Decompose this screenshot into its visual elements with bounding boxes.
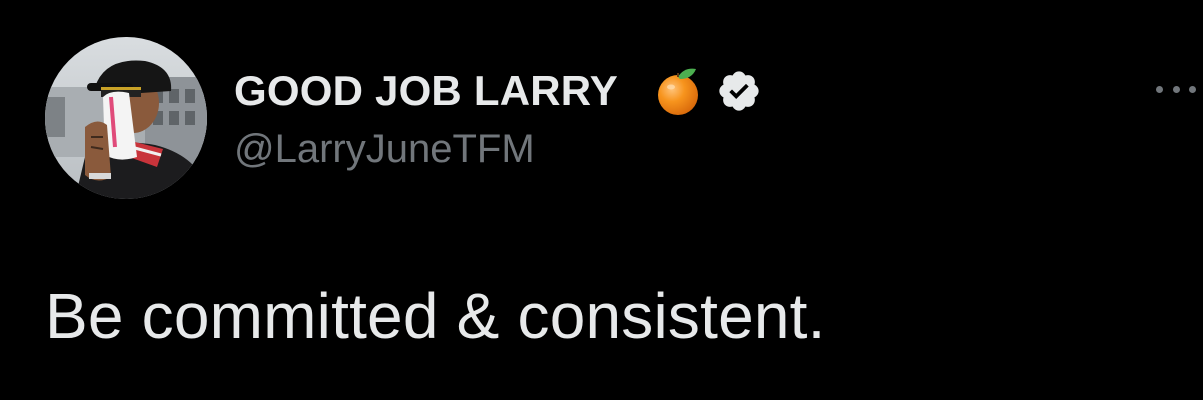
verified-badge-icon[interactable]	[716, 68, 762, 114]
author-name-row[interactable]: GOOD JOB LARRY	[234, 63, 762, 119]
author-handle[interactable]: @LarryJuneTFM	[234, 127, 535, 172]
more-options-button[interactable]	[1156, 78, 1196, 100]
author-display-name[interactable]: GOOD JOB LARRY	[234, 67, 618, 115]
orange-icon	[654, 65, 702, 117]
avatar[interactable]	[45, 37, 207, 199]
tweet-card: GOOD JOB LARRY @LarryJuneTFM Be committe…	[0, 0, 1203, 400]
tweet-text: Be committed & consistent.	[45, 280, 826, 352]
more-options-icon	[1189, 85, 1196, 93]
more-options-icon	[1172, 85, 1180, 93]
more-options-icon	[1156, 85, 1163, 93]
avatar-photo	[45, 37, 207, 199]
